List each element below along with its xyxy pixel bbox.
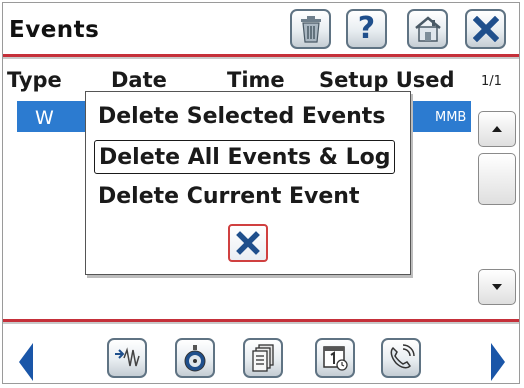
arrow-up-icon (492, 126, 502, 132)
header-divider-shadow (3, 57, 519, 59)
trash-icon (300, 16, 321, 43)
home-button[interactable] (407, 9, 448, 49)
row-setup-cell: MMB (435, 110, 467, 125)
scroll-down-button[interactable] (478, 269, 516, 305)
help-button[interactable]: ? (346, 9, 387, 49)
meter-icon (184, 345, 206, 372)
close-icon (236, 231, 260, 255)
home-icon (414, 16, 441, 42)
delete-current-event-item[interactable]: Delete Current Event (94, 180, 363, 214)
arrow-down-icon (492, 284, 502, 290)
delete-button[interactable] (290, 9, 331, 49)
popup-close-button[interactable] (228, 224, 268, 262)
column-header-time[interactable]: Time (227, 68, 285, 92)
column-header-type[interactable]: Type (7, 68, 62, 92)
column-header-date[interactable]: Date (111, 68, 167, 92)
delete-selected-events-item[interactable]: Delete Selected Events (94, 100, 389, 134)
page-indicator: 1/1 (481, 74, 502, 89)
waveform-button[interactable] (107, 338, 147, 378)
exit-button[interactable] (465, 9, 506, 49)
waveform-icon (115, 347, 140, 367)
next-arrow-icon[interactable] (491, 343, 505, 381)
footer-divider-shadow (3, 322, 519, 324)
phone-button[interactable] (381, 338, 421, 378)
previous-arrow-icon[interactable] (19, 343, 33, 381)
meter-button[interactable] (175, 338, 215, 378)
calendar-icon (323, 346, 348, 371)
close-icon (472, 16, 499, 42)
delete-all-events-and-log-item[interactable]: Delete All Events & Log (94, 140, 396, 174)
scroll-up-button[interactable] (478, 111, 516, 147)
row-type-cell: W (35, 107, 54, 129)
documents-button[interactable] (243, 338, 283, 378)
delete-options-popup: Delete Selected Events Delete All Events… (85, 91, 411, 275)
column-header-setup-used[interactable]: Setup Used (319, 68, 455, 92)
calendar-button[interactable] (315, 338, 355, 378)
events-screen: Events ? Type Date Time Setup Used 1/1 W… (2, 2, 520, 384)
documents-icon (252, 344, 274, 372)
scrollbar-thumb[interactable] (478, 153, 516, 205)
page-title: Events (9, 17, 100, 43)
help-icon: ? (357, 11, 376, 46)
phone-icon (390, 344, 415, 369)
